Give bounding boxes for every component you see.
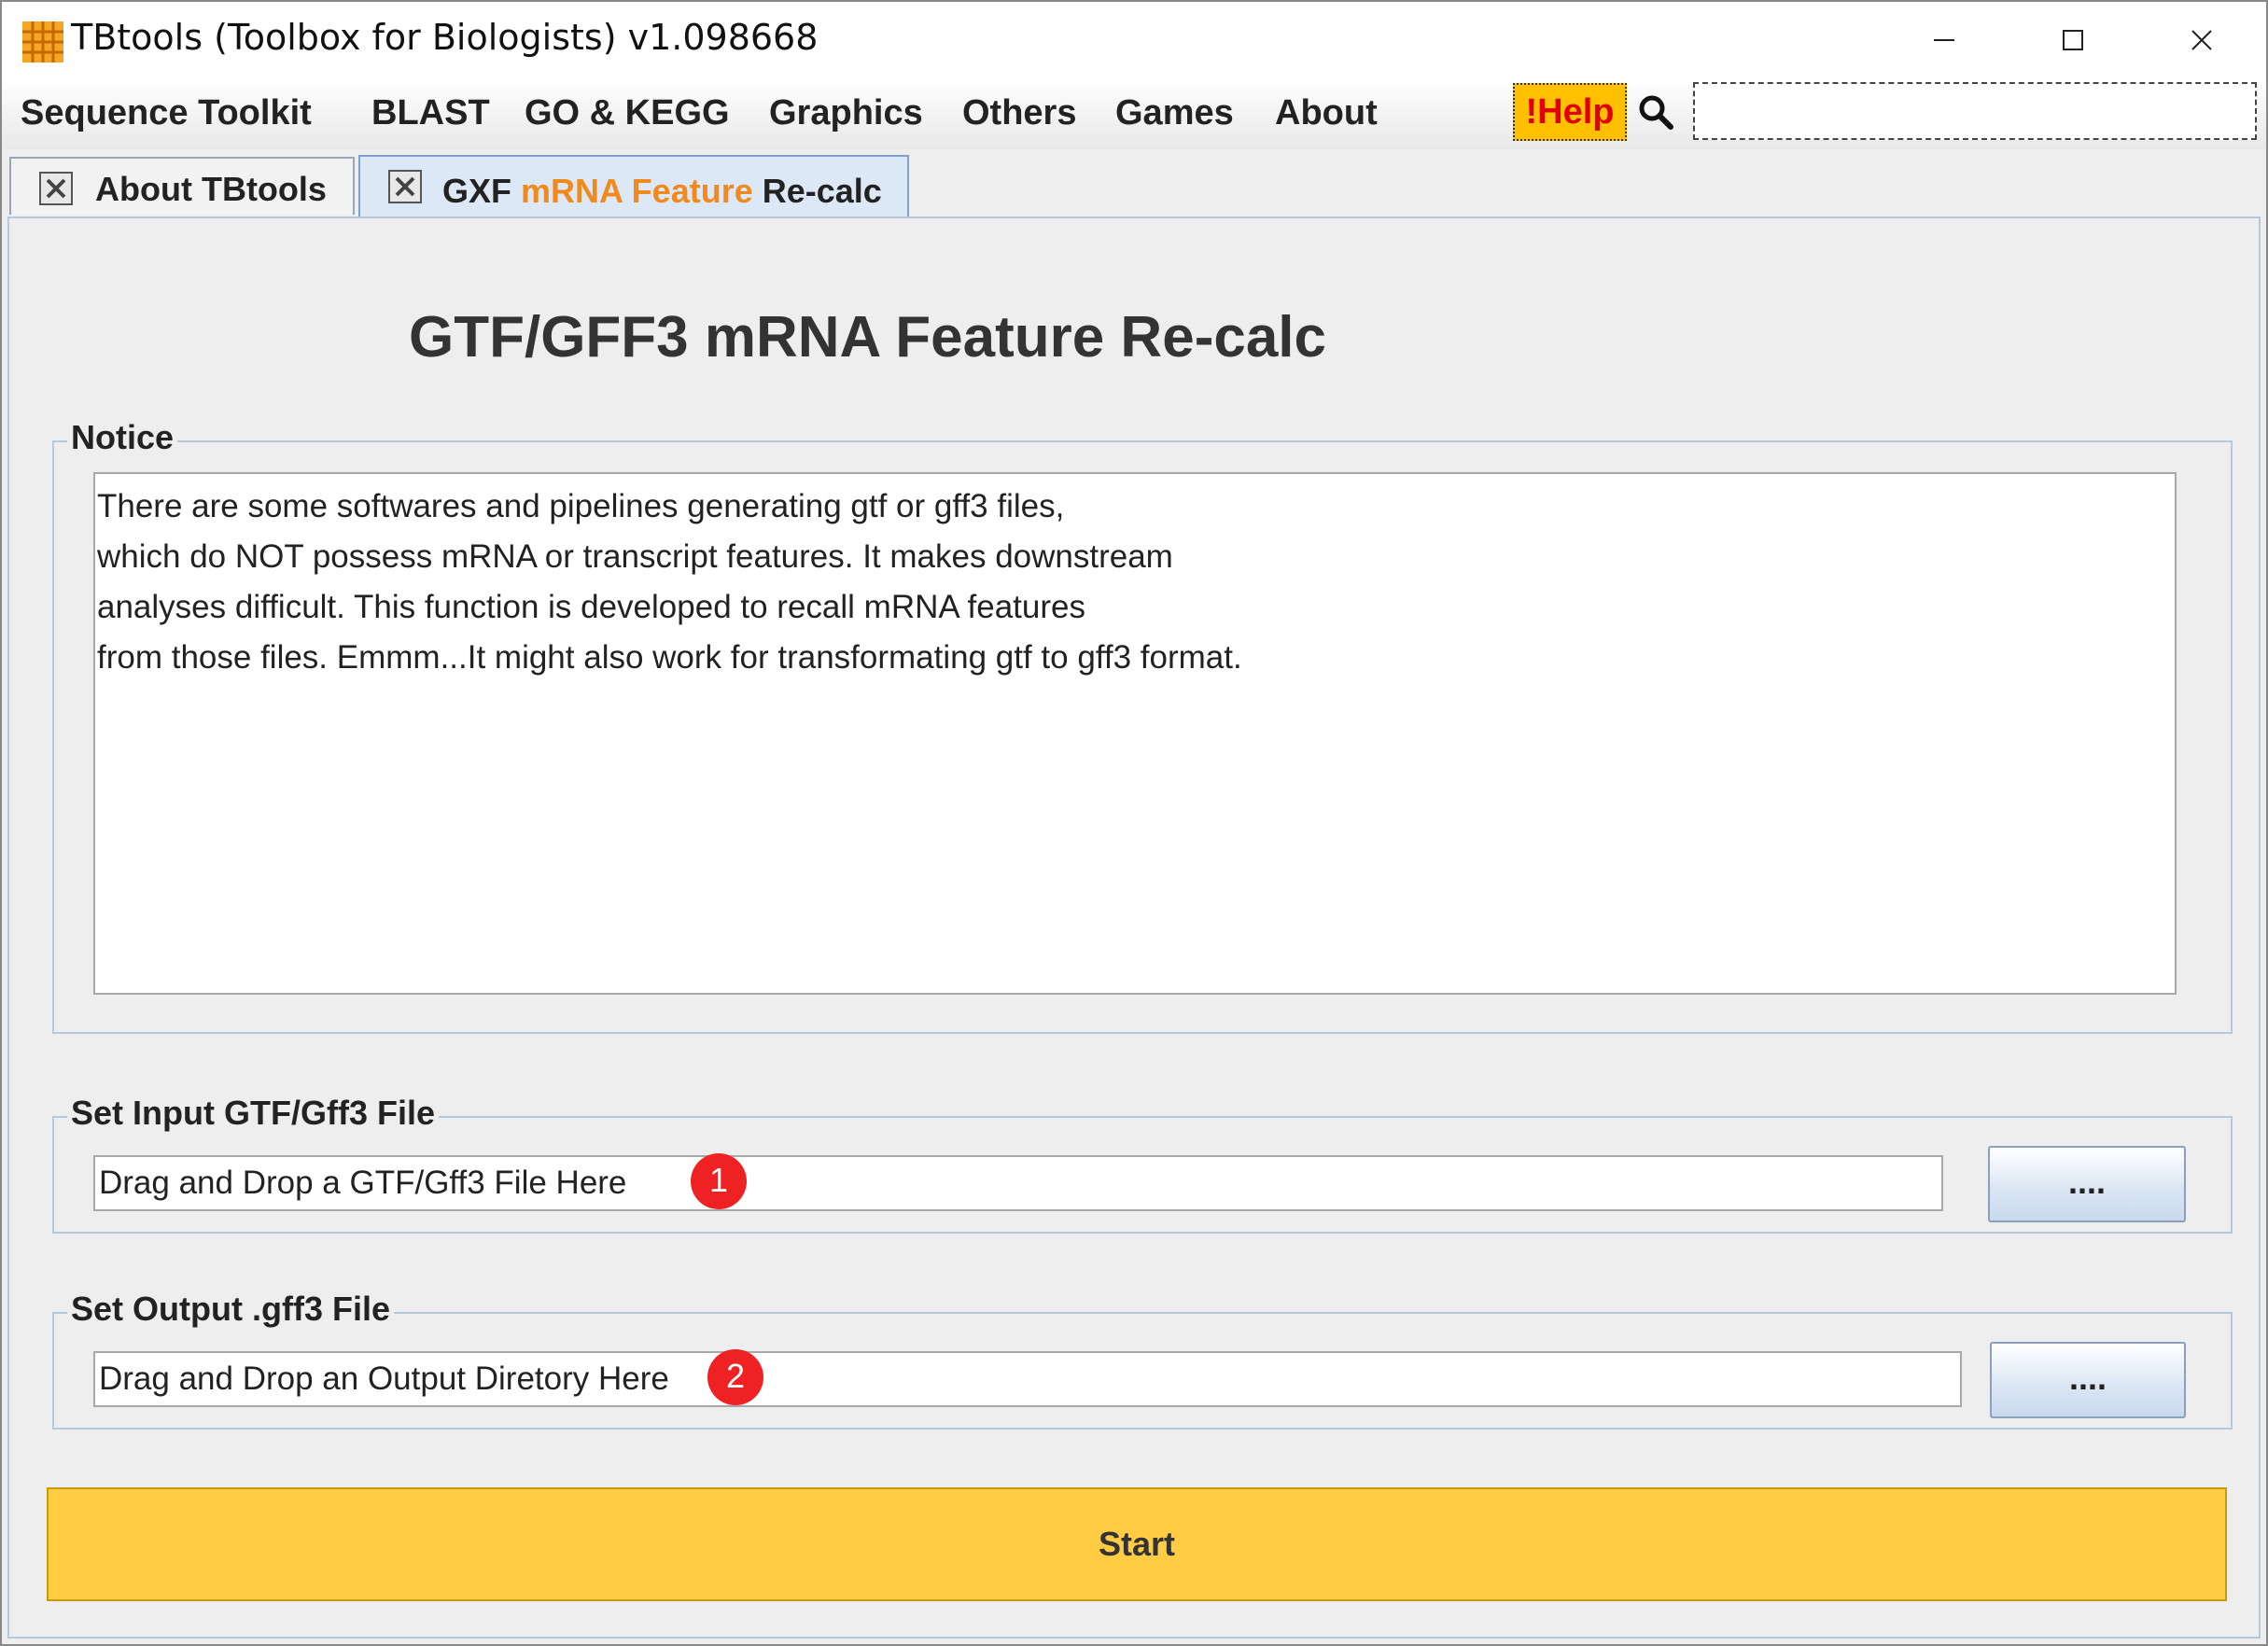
tab-label-prefix: GXF xyxy=(442,172,522,210)
tab-label: About TBtools xyxy=(95,170,327,208)
app-window: TBtools (Toolbox for Biologists) v1.0986… xyxy=(0,0,2268,1646)
menu-about[interactable]: About xyxy=(1275,93,1378,133)
menu-sequence-toolkit[interactable]: Sequence Toolkit xyxy=(21,93,312,133)
menu-bar: Sequence Toolkit BLAST GO & KEGG Graphic… xyxy=(2,78,2266,151)
menu-blast[interactable]: BLAST xyxy=(371,93,490,133)
output-file-legend: Set Output .gff3 File xyxy=(67,1290,394,1329)
maximize-icon xyxy=(2063,30,2083,50)
tab-close-icon[interactable] xyxy=(388,170,422,203)
tbtools-logo-icon xyxy=(22,21,63,63)
notice-text-area[interactable]: There are some softwares and pipelines g… xyxy=(93,472,2177,995)
output-file-field[interactable]: Drag and Drop an Output Diretory Here xyxy=(93,1351,1962,1407)
menu-go-kegg[interactable]: GO & KEGG xyxy=(525,93,730,133)
tab-about-tbtools[interactable]: About TBtools xyxy=(9,157,355,215)
input-file-group: Set Input GTF/Gff3 File Drag and Drop a … xyxy=(52,1094,2233,1234)
start-button[interactable]: Start xyxy=(47,1487,2227,1601)
step-badge-2: 2 xyxy=(707,1349,763,1405)
main-panel: GTF/GFF3 mRNA Feature Re-calc Notice The… xyxy=(7,216,2261,1639)
input-browse-button[interactable]: .... xyxy=(1988,1146,2186,1222)
maximize-button[interactable] xyxy=(2031,11,2115,69)
tab-label-suffix: Re-calc xyxy=(752,172,882,210)
tab-strip: About TBtools GXF mRNA Feature Re-calc xyxy=(2,149,2266,216)
page-title: GTF/GFF3 mRNA Feature Re-calc xyxy=(409,305,1327,370)
tab-gxf-mrna-feature-recalc[interactable]: GXF mRNA Feature Re-calc xyxy=(358,155,909,216)
output-browse-button[interactable]: .... xyxy=(1990,1342,2186,1418)
minimize-icon xyxy=(1934,39,1954,41)
search-icon[interactable] xyxy=(1637,93,1674,131)
tab-label-highlight: mRNA Feature xyxy=(521,172,753,210)
step-badge-1: 1 xyxy=(691,1153,747,1209)
minimize-button[interactable] xyxy=(1902,11,1986,69)
notice-line: which do NOT possess mRNA or transcript … xyxy=(97,538,1173,575)
search-input[interactable] xyxy=(1693,82,2257,140)
menu-others[interactable]: Others xyxy=(962,93,1076,133)
menu-graphics[interactable]: Graphics xyxy=(769,93,923,133)
notice-group: Notice There are some softwares and pipe… xyxy=(52,418,2233,1034)
tab-label: GXF mRNA Feature Re-calc xyxy=(442,172,882,211)
notice-legend: Notice xyxy=(67,418,178,457)
tab-close-icon[interactable] xyxy=(39,172,73,205)
window-title: TBtools (Toolbox for Biologists) v1.0986… xyxy=(71,17,819,58)
notice-line: from those files. Emmm...It might also w… xyxy=(97,639,1242,676)
menu-games[interactable]: Games xyxy=(1115,93,1234,133)
notice-line: There are some softwares and pipelines g… xyxy=(97,488,1065,524)
help-button[interactable]: !Help xyxy=(1513,83,1627,141)
close-icon xyxy=(2191,30,2212,50)
close-window-button[interactable] xyxy=(2160,11,2244,69)
input-file-legend: Set Input GTF/Gff3 File xyxy=(67,1094,439,1133)
title-bar[interactable]: TBtools (Toolbox for Biologists) v1.0986… xyxy=(2,2,2266,78)
input-file-field[interactable]: Drag and Drop a GTF/Gff3 File Here xyxy=(93,1155,1943,1211)
output-file-group: Set Output .gff3 File Drag and Drop an O… xyxy=(52,1290,2233,1430)
notice-line: analyses difficult. This function is dev… xyxy=(97,589,1085,625)
